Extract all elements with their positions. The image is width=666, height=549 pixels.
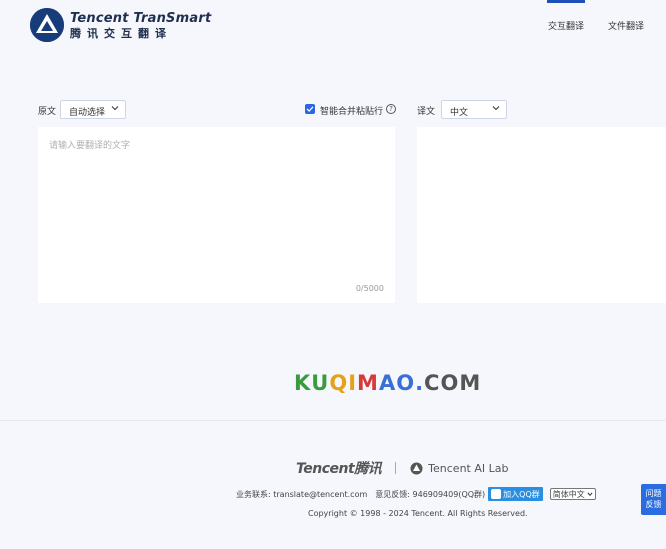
translate-toolbar: 原文 自动选择 智能合并粘贴行 ? 译文 中文 xyxy=(0,100,666,120)
merge-paste-checkbox[interactable] xyxy=(305,104,315,114)
footer-logos: Tencent腾讯 Tencent AI Lab xyxy=(296,458,508,478)
copyright: Copyright © 1998 - 2024 Tencent. All Rig… xyxy=(308,509,528,518)
footer-divider xyxy=(0,420,666,421)
target-panel xyxy=(417,127,666,303)
logo-separator xyxy=(395,462,397,474)
target-label: 译文 xyxy=(417,107,436,117)
footer-contact-row: 业务联系: translate@tencent.com 意见反馈: 946909… xyxy=(236,487,596,501)
transmart-logo-icon xyxy=(30,8,64,42)
top-nav: 交互翻译 文件翻译 xyxy=(524,0,644,50)
ailab-icon xyxy=(410,462,423,474)
logo-title-cn: 腾讯交互翻译 xyxy=(70,26,172,40)
chevron-down-icon xyxy=(492,106,500,111)
watermark-letter: M xyxy=(459,371,482,395)
watermark-letter: Q xyxy=(329,371,349,395)
tencent-logo: Tencent腾讯 xyxy=(296,461,382,477)
join-qq-button[interactable]: 加入QQ群 xyxy=(488,487,543,501)
source-lang-value: 自动选择 xyxy=(69,108,106,118)
chevron-down-icon xyxy=(587,492,593,496)
header: Tencent TranSmart 腾讯交互翻译 交互翻译 文件翻译 xyxy=(0,0,666,50)
feedback-line1: 问题 xyxy=(645,489,662,498)
source-text-input[interactable] xyxy=(38,127,395,303)
ui-language-value: 简体中文 xyxy=(552,489,585,499)
char-count: 0/5000 xyxy=(355,284,384,293)
check-icon xyxy=(306,106,314,112)
feedback-qq: 意见反馈: 946909409(QQ群) xyxy=(375,489,486,499)
feedback-button[interactable]: 问题 反馈 xyxy=(641,484,666,515)
watermark-letter: O xyxy=(440,371,460,395)
watermark-letter: I xyxy=(348,371,358,395)
qq-icon xyxy=(491,489,502,499)
merge-paste-label: 智能合并粘贴行 xyxy=(320,107,384,117)
help-icon[interactable]: ? xyxy=(386,104,396,114)
ailab-text: Tencent AI Lab xyxy=(428,461,509,475)
source-label: 原文 xyxy=(38,107,57,117)
target-lang-value: 中文 xyxy=(450,108,469,118)
watermark-letter: A xyxy=(378,371,397,395)
watermark-letter: K xyxy=(294,371,312,395)
chevron-down-icon xyxy=(111,106,119,111)
logo-title-en: Tencent TranSmart xyxy=(70,10,212,26)
feedback-line2: 反馈 xyxy=(645,500,662,509)
ui-language-select[interactable]: 简体中文 xyxy=(549,488,596,500)
source-lang-select[interactable]: 自动选择 xyxy=(60,100,126,119)
tab-file-translate[interactable]: 文件翻译 xyxy=(608,0,644,50)
watermark-letter: C xyxy=(424,371,441,395)
tab-interactive-translate[interactable]: 交互翻译 xyxy=(546,0,586,50)
target-lang-select[interactable]: 中文 xyxy=(441,100,507,119)
ailab-logo: Tencent AI Lab xyxy=(410,462,508,475)
logo[interactable]: Tencent TranSmart 腾讯交互翻译 xyxy=(30,8,211,42)
watermark-letter: . xyxy=(415,371,425,395)
watermark: KUQIMAO.COM xyxy=(294,371,481,395)
source-panel: 0/5000 xyxy=(38,127,395,303)
join-qq-label: 加入QQ群 xyxy=(503,489,540,499)
watermark-letter: O xyxy=(396,371,416,395)
business-contact: 业务联系: translate@tencent.com xyxy=(236,489,368,499)
watermark-letter: M xyxy=(357,371,379,395)
watermark-letter: U xyxy=(311,371,330,395)
